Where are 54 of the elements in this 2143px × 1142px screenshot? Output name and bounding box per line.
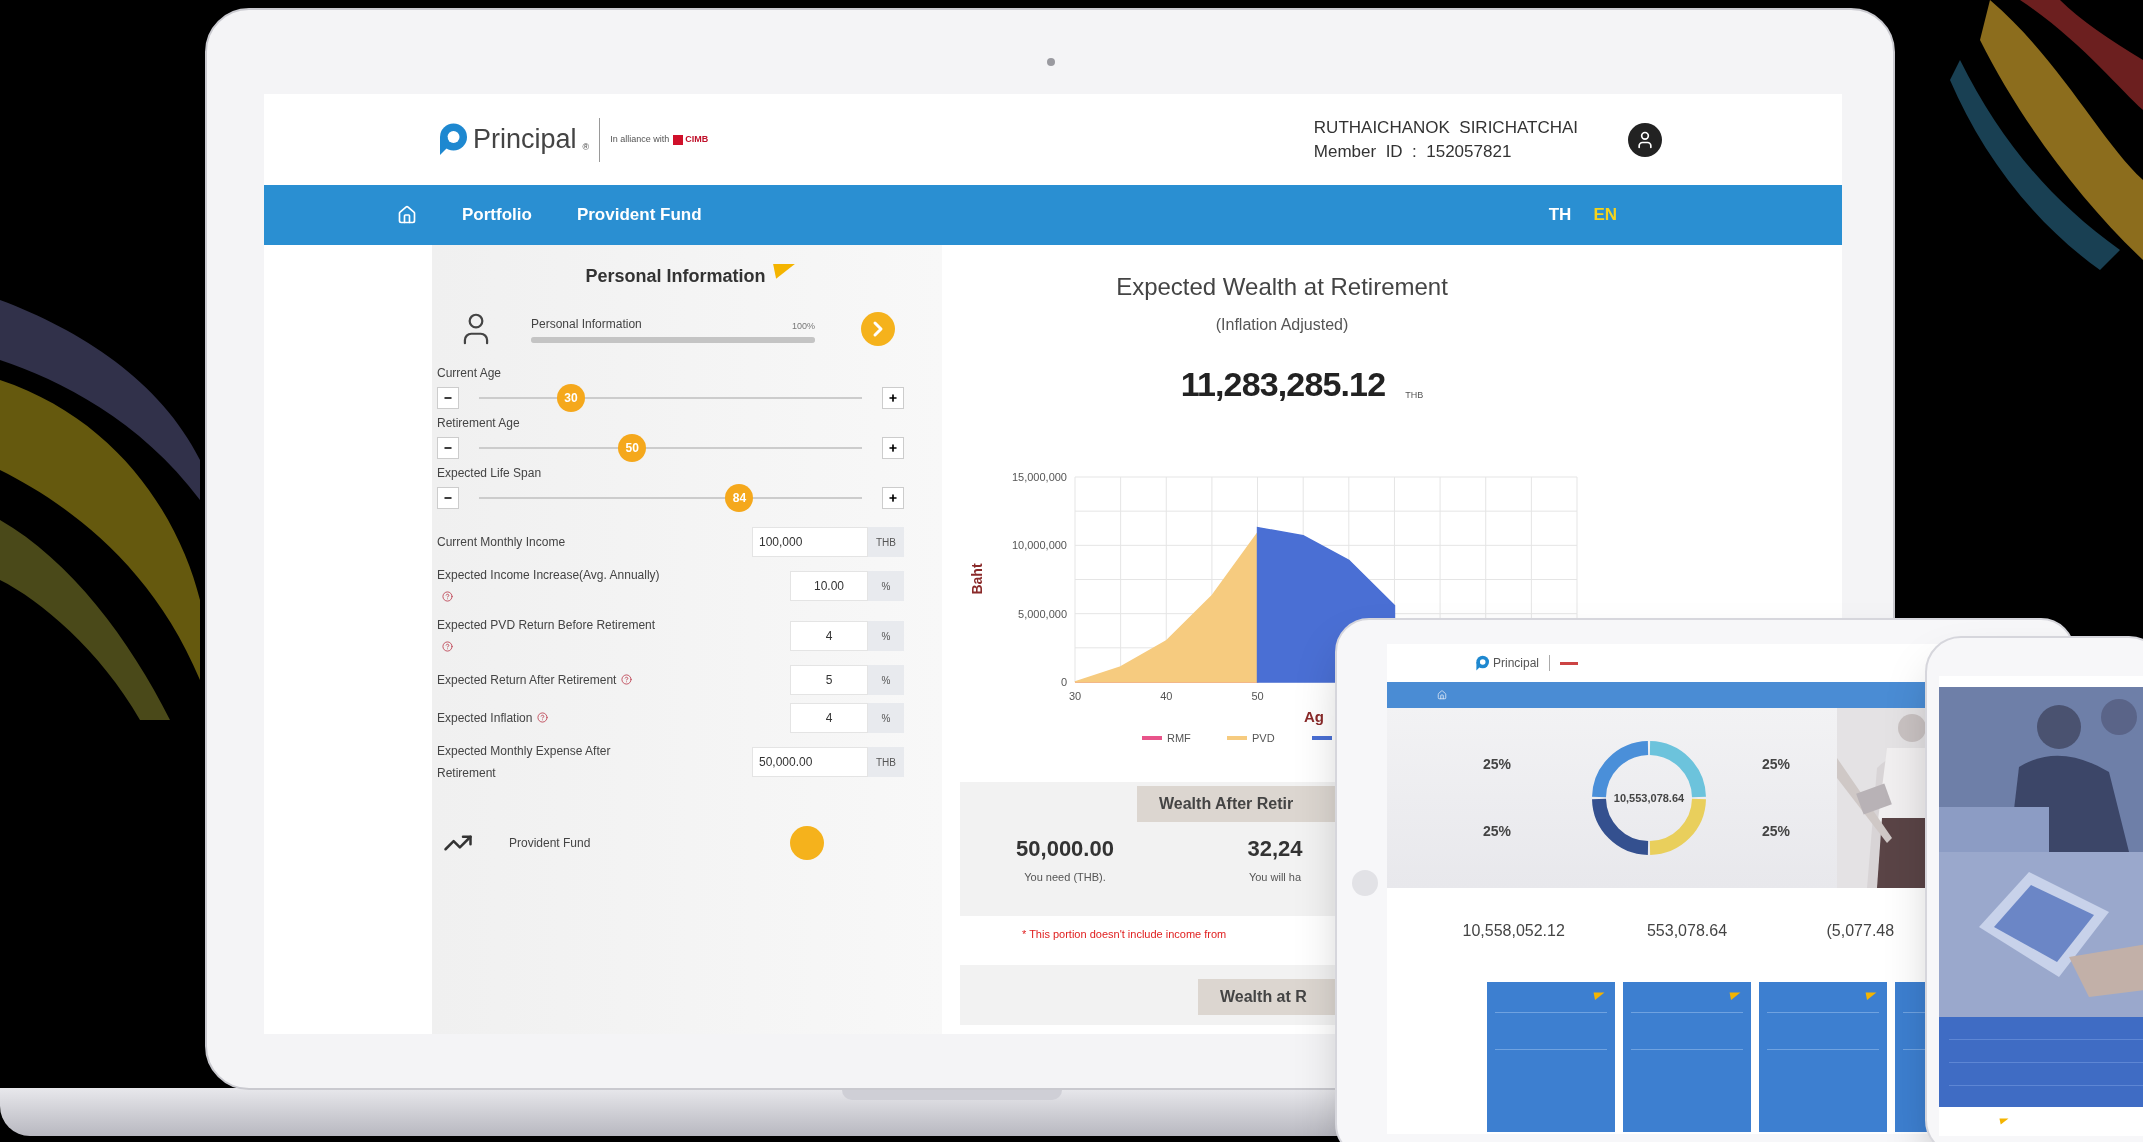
wealth-value: 50,000.00 [1016,835,1114,863]
y-tick-label: 10,000,000 [1011,539,1067,552]
donut-total: 10,553,078.64 [1612,790,1686,806]
field-label: Current Monthly Income [437,534,567,551]
share-label: 25% [1762,755,1790,774]
progress-label: Personal Information [531,316,642,333]
field-label: Expected PVD Return Before Retirement [437,614,667,658]
legend-label: PVD [1252,732,1275,744]
slider-label: Retirement Age [437,415,521,432]
currency-label: THB [1405,388,1424,402]
brand-mark: ® [582,141,590,155]
wealth-caption: You need (THB). [1024,870,1106,885]
x-tick-label: 30 [1068,690,1082,702]
alliance-text: In alliance with [610,132,670,146]
panel-title: Personal Information [585,265,766,288]
section-label: Provident Fund [509,835,591,852]
share-label: 25% [1762,822,1790,841]
x-tick-label: 50 [1251,690,1264,702]
brand-name: Principal [1493,655,1540,672]
slider-label: Current Age [437,365,503,382]
expected-wealth: 11,283,285.12 [1180,364,1386,405]
y-tick-label: 0 [1060,676,1067,688]
y-axis-title: Baht [969,563,985,595]
amount-value: 10,558,052.12 [1461,921,1566,941]
unit-label: % [868,703,904,733]
wealth-caption: You will ha [1248,870,1302,885]
amount-value: 553,078.64 [1645,921,1729,941]
unit-label: THB [868,527,904,557]
field-label: Expected Inflation [437,707,667,729]
amount-value: (5,077.48 [1825,921,1896,941]
member-id: Member ID : 152057821 [1313,140,1513,163]
x-axis-title: Ag [1304,708,1324,725]
slider-label: Expected Life Span [437,465,543,482]
y-tick-label: 5,000,000 [1018,607,1067,620]
partner-name: CIMB [685,132,709,146]
x-tick-label: 40 [1160,690,1173,702]
user-name: RUTHAICHANOK SIRICHATCHAI [1313,116,1578,139]
result-subtitle: (Inflation Adjusted) [1215,315,1349,335]
share-label: 25% [1483,755,1511,774]
progress-reading: 100% [791,319,815,333]
field-label: Expected Monthly Expense After Retirement [437,743,612,782]
disclaimer-note: * This portion doesn't include income from [1022,927,1227,942]
field-label: Expected Return After Retirement [437,669,667,691]
field-label: Expected Income Increase(Avg. Annually) [437,564,667,608]
unit-label: THB [868,747,904,777]
wealth-value: 32,24 [1247,835,1303,863]
legend-label: RMF [1167,732,1191,744]
unit-label: % [868,665,904,695]
unit-label: % [868,571,904,601]
brand-name: Principal [473,123,577,157]
share-label: 25% [1483,822,1511,841]
unit-label: % [868,621,904,651]
result-title: Expected Wealth at Retirement [1116,272,1448,302]
y-tick-label: 15,000,000 [1011,471,1067,483]
